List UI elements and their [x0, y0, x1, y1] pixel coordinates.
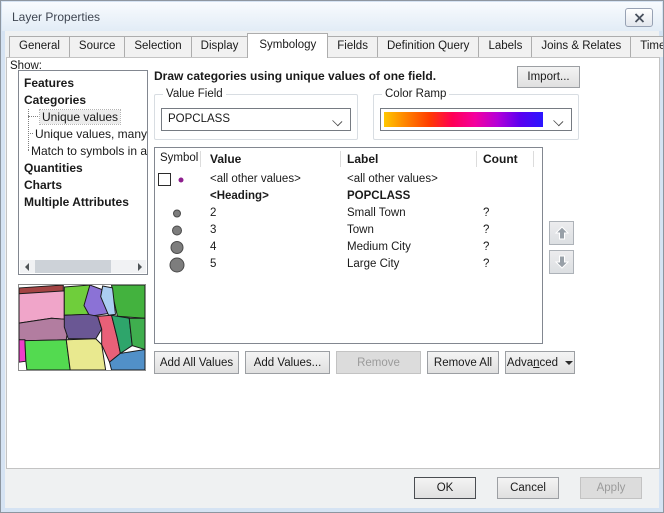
table-row-small-town[interactable]: 2 Small Town ?: [155, 205, 542, 222]
point-symbol: [155, 239, 200, 256]
move-down-button[interactable]: [549, 250, 574, 274]
unique-values-table: Symbol Value Label Count <all other valu…: [154, 147, 543, 344]
show-item-unique-values-many[interactable]: Unique values, many: [19, 125, 147, 142]
scroll-left-icon[interactable]: [20, 260, 33, 273]
close-icon: [634, 13, 645, 23]
column-header-symbol: Symbol: [160, 152, 198, 164]
point-symbol: [155, 222, 200, 239]
arrow-down-icon: [554, 254, 570, 270]
arrow-up-icon: [554, 225, 570, 241]
tab-selection[interactable]: Selection: [124, 36, 191, 57]
value-field-dropdown[interactable]: POPCLASS: [161, 108, 351, 131]
tab-joins-relates[interactable]: Joins & Relates: [531, 36, 631, 57]
cancel-button[interactable]: Cancel: [497, 477, 559, 499]
map-preview: [18, 284, 146, 371]
show-item-charts[interactable]: Charts: [19, 176, 147, 193]
color-ramp-dropdown[interactable]: [380, 108, 572, 131]
table-row-large-city[interactable]: 5 Large City ?: [155, 256, 542, 273]
tab-time[interactable]: Time: [630, 36, 664, 57]
table-row-heading[interactable]: <Heading> POPCLASS: [155, 188, 542, 205]
symbol-cell[interactable]: [155, 222, 200, 239]
tree-twig: [28, 116, 38, 117]
chevron-down-icon: [555, 117, 563, 125]
column-header-count: Count: [483, 152, 518, 166]
tab-source[interactable]: Source: [69, 36, 125, 57]
tab-bar: General Source Selection Display Symbolo…: [9, 32, 664, 57]
chevron-down-icon: [334, 117, 342, 125]
point-symbol: [155, 256, 200, 274]
value-field-selected: POPCLASS: [168, 113, 230, 125]
window-title: Layer Properties: [12, 10, 100, 24]
column-header-value: Value: [210, 152, 241, 166]
value-field-group-label: Value Field: [163, 88, 226, 100]
import-button[interactable]: Import...: [517, 66, 580, 88]
show-item-quantities[interactable]: Quantities: [19, 159, 147, 176]
symbol-cell[interactable]: [155, 256, 200, 273]
symbol-cell[interactable]: [155, 205, 200, 222]
tab-display[interactable]: Display: [191, 36, 249, 57]
symbology-tab-page: Show: Features Categories Unique values …: [6, 57, 660, 469]
tree-horizontal-scrollbar[interactable]: [20, 260, 146, 273]
show-item-match-symbols[interactable]: Match to symbols in a: [19, 142, 147, 159]
column-divider: [340, 151, 341, 167]
advanced-button[interactable]: Advanced: [505, 351, 575, 374]
show-item-multiple-attributes[interactable]: Multiple Attributes: [19, 193, 147, 210]
table-row-all-other-values[interactable]: <all other values> <all other values>: [155, 171, 542, 188]
all-other-values-symbol: [155, 171, 200, 188]
column-header-label: Label: [347, 152, 378, 166]
show-item-categories[interactable]: Categories: [19, 91, 147, 108]
menu-arrow-icon: [565, 361, 573, 365]
remove-all-button[interactable]: Remove All: [427, 351, 499, 374]
titlebar: Layer Properties: [2, 2, 662, 31]
column-divider: [533, 151, 534, 167]
ok-button[interactable]: OK: [414, 477, 476, 499]
tab-fields[interactable]: Fields: [327, 36, 378, 57]
column-divider: [200, 151, 201, 167]
apply-button[interactable]: Apply: [580, 477, 642, 499]
show-item-features[interactable]: Features: [19, 74, 147, 91]
close-button[interactable]: [625, 8, 653, 27]
table-row-medium-city[interactable]: 4 Medium City ?: [155, 239, 542, 256]
remove-button[interactable]: Remove: [336, 351, 421, 374]
show-item-unique-values[interactable]: Unique values: [19, 108, 147, 125]
color-ramp-group: Color Ramp: [373, 94, 579, 140]
color-ramp-group-label: Color Ramp: [382, 88, 449, 100]
color-ramp-swatch: [384, 112, 543, 127]
tree-twig: [28, 150, 29, 151]
symbol-cell[interactable]: [155, 239, 200, 256]
add-all-values-button[interactable]: Add All Values: [154, 351, 239, 374]
table-row-town[interactable]: 3 Town ?: [155, 222, 542, 239]
column-divider: [476, 151, 477, 167]
value-field-group: Value Field POPCLASS: [154, 94, 358, 140]
tab-symbology[interactable]: Symbology: [247, 33, 328, 58]
layer-properties-dialog: Layer Properties General Source Selectio…: [0, 0, 664, 513]
symbol-cell[interactable]: [155, 171, 200, 188]
tab-definition-query[interactable]: Definition Query: [377, 36, 479, 57]
tab-labels[interactable]: Labels: [478, 36, 532, 57]
point-symbol: [155, 205, 200, 222]
move-up-button[interactable]: [549, 221, 574, 245]
panel-description: Draw categories using unique values of o…: [154, 69, 436, 83]
tree-twig: [28, 133, 33, 134]
show-tree: Features Categories Unique values Unique…: [18, 70, 148, 275]
scrollbar-thumb[interactable]: [35, 260, 111, 273]
scroll-right-icon[interactable]: [133, 260, 146, 273]
add-values-button[interactable]: Add Values...: [245, 351, 330, 374]
tab-general[interactable]: General: [9, 36, 70, 57]
